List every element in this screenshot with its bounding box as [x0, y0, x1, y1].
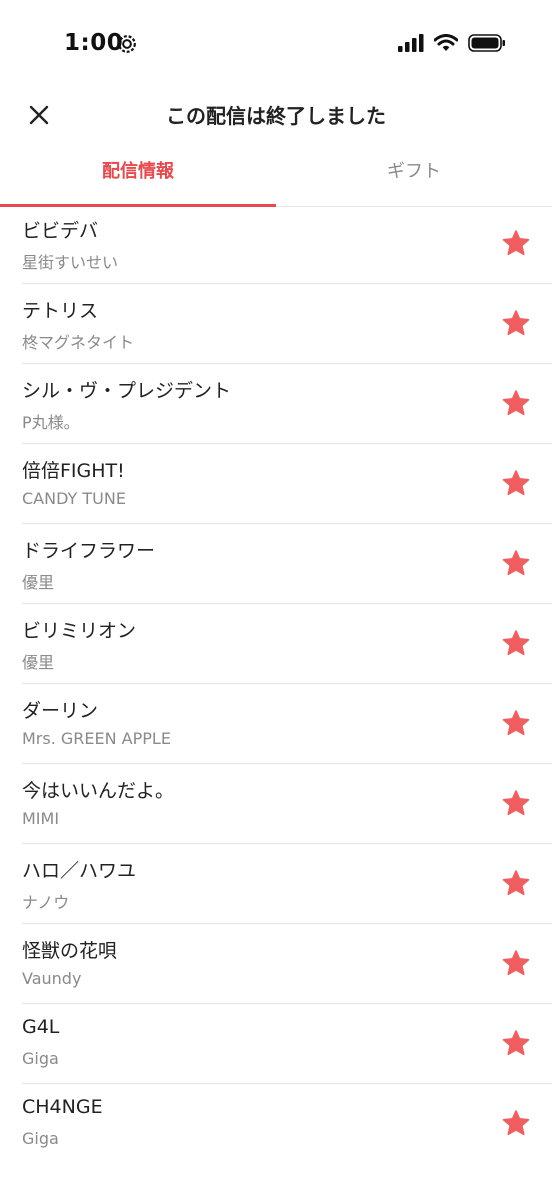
- song-artist: CANDY TUNE: [22, 489, 126, 508]
- status-bar: 1:00: [0, 0, 552, 90]
- star-icon[interactable]: [502, 310, 530, 337]
- star-icon[interactable]: [502, 230, 530, 257]
- song-artist: Vaundy: [22, 969, 82, 988]
- gear-icon: [118, 35, 136, 53]
- song-artist: Giga: [22, 1129, 59, 1148]
- status-indicators: [398, 34, 506, 52]
- song-artist: Mrs. GREEN APPLE: [22, 729, 171, 748]
- list-item[interactable]: 怪獣の花唄 Vaundy: [22, 924, 552, 1004]
- list-item[interactable]: ビリミリオン 優里: [22, 604, 552, 684]
- song-title: G4L: [22, 1016, 60, 1038]
- list-item[interactable]: CH4NGE Giga: [22, 1084, 552, 1163]
- song-artist: P丸様。: [22, 413, 80, 432]
- song-artist: Giga: [22, 1049, 59, 1068]
- song-artist: ナノウ: [22, 893, 70, 912]
- song-title: 倍倍FIGHT!: [22, 460, 125, 482]
- song-title: ハロ／ハワユ: [22, 860, 137, 882]
- page-title: この配信は終了しました: [166, 104, 386, 128]
- star-icon[interactable]: [502, 550, 530, 577]
- wifi-icon: [434, 34, 458, 51]
- song-title: 怪獣の花唄: [22, 940, 118, 962]
- star-icon[interactable]: [502, 710, 530, 737]
- song-title: ビリミリオン: [22, 620, 137, 642]
- list-item[interactable]: 倍倍FIGHT! CANDY TUNE: [22, 444, 552, 524]
- list-item[interactable]: G4L Giga: [22, 1004, 552, 1084]
- star-icon[interactable]: [502, 870, 530, 897]
- list-item[interactable]: テトリス 柊マグネタイト: [22, 284, 552, 364]
- song-title: シル・ヴ・プレジデント: [22, 380, 232, 402]
- tab-bar: 配信情報 ギフト: [0, 140, 552, 207]
- star-icon[interactable]: [502, 1110, 530, 1137]
- signal-icon: [398, 34, 424, 52]
- list-item[interactable]: ドライフラワー 優里: [22, 524, 552, 604]
- battery-icon: [468, 34, 505, 52]
- song-title: CH4NGE: [22, 1096, 103, 1118]
- list-item[interactable]: 今はいいんだよ。 MIMI: [22, 764, 552, 844]
- song-artist: 優里: [22, 653, 55, 672]
- status-time: 1:00: [64, 30, 124, 56]
- tab-gift[interactable]: ギフト: [276, 140, 552, 206]
- star-icon[interactable]: [502, 390, 530, 417]
- star-icon[interactable]: [502, 950, 530, 977]
- song-artist: 星街すいせい: [22, 253, 119, 272]
- star-icon[interactable]: [502, 470, 530, 497]
- star-icon[interactable]: [502, 1030, 530, 1057]
- song-title: ダーリン: [22, 700, 99, 722]
- song-list: ビビデバ 星街すいせい テトリス 柊マグネタイト シル・ヴ・プレジデント P丸様…: [0, 204, 552, 1163]
- list-item[interactable]: シル・ヴ・プレジデント P丸様。: [22, 364, 552, 444]
- tab-stream-info[interactable]: 配信情報: [0, 140, 276, 207]
- list-item[interactable]: ハロ／ハワユ ナノウ: [22, 844, 552, 924]
- song-artist: 柊マグネタイト: [22, 333, 135, 352]
- star-icon[interactable]: [502, 790, 530, 817]
- header: この配信は終了しました: [0, 90, 552, 140]
- star-icon[interactable]: [502, 630, 530, 657]
- song-title: テトリス: [22, 300, 99, 322]
- list-item[interactable]: ダーリン Mrs. GREEN APPLE: [22, 684, 552, 764]
- song-title: ビビデバ: [22, 220, 99, 242]
- song-title: ドライフラワー: [22, 540, 156, 562]
- song-title: 今はいいんだよ。: [22, 780, 175, 802]
- list-item[interactable]: ビビデバ 星街すいせい: [22, 204, 552, 284]
- song-artist: MIMI: [22, 809, 60, 828]
- song-artist: 優里: [22, 573, 55, 592]
